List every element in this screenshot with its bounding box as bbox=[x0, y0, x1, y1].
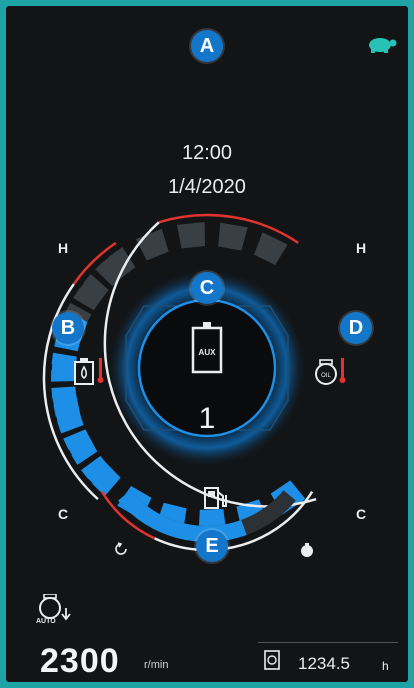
svg-text:OIL: OIL bbox=[321, 373, 331, 379]
hour-meter-unit: h bbox=[382, 659, 389, 673]
hour-meter-icon bbox=[264, 650, 280, 670]
oil-gauge-segment bbox=[254, 232, 288, 265]
dashboard-screen: A 12:00 1/4/2020 H C H C B C D E OIL AUX… bbox=[6, 6, 408, 682]
callout-c: C bbox=[191, 272, 223, 304]
fuel-empty-icon bbox=[115, 542, 127, 555]
engine-rpm: 2300 bbox=[40, 642, 120, 680]
oil-gauge-segment bbox=[73, 275, 108, 311]
aux-battery-icon: AUX bbox=[191, 322, 223, 374]
coolant-high-label: H bbox=[58, 240, 69, 256]
callout-d: D bbox=[340, 312, 372, 344]
oil-gauge-segment bbox=[176, 222, 205, 249]
fuel-full-icon bbox=[301, 543, 313, 557]
coolant-temperature-icon bbox=[74, 358, 104, 385]
oil-high-label: H bbox=[356, 240, 367, 256]
oil-gauge-segment bbox=[218, 222, 248, 251]
hour-meter-value: 1234.5 bbox=[298, 654, 350, 673]
callout-b: B bbox=[52, 312, 84, 344]
aux-count: 1 bbox=[198, 402, 216, 435]
coolant-low-label: C bbox=[58, 506, 69, 522]
aux-label: AUX bbox=[198, 348, 216, 357]
engine-rpm-unit: r/min bbox=[144, 659, 169, 671]
fuel-pump-icon bbox=[204, 487, 227, 509]
oil-low-label: C bbox=[356, 506, 367, 522]
callout-e: E bbox=[196, 530, 228, 562]
engine-oil-temperature-icon: OIL bbox=[315, 358, 346, 385]
oil-gauge-segment bbox=[135, 228, 169, 261]
auto-idle-caption: AUTO bbox=[36, 618, 56, 625]
